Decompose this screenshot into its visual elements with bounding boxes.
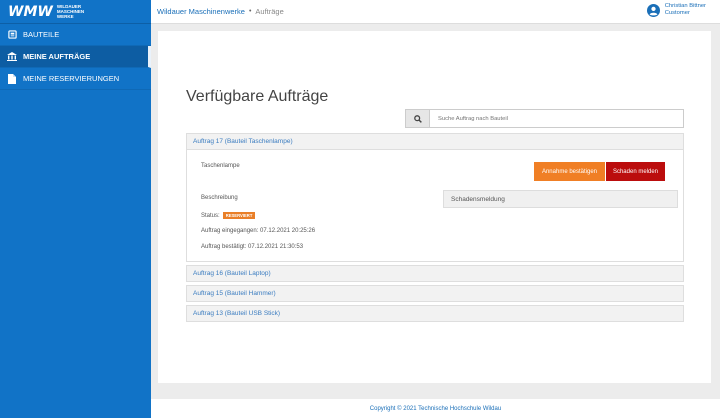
logo[interactable]: WMW WILDAUER MASCHINEN WERKE [0,0,151,24]
breadcrumb-home[interactable]: Wildauer Maschinenwerke [157,7,245,16]
sidebar-item-label: MEINE AUFTRÄGE [23,52,91,61]
order-panel-13: Auftrag 13 (Bauteil USB Stick) [186,305,684,322]
page-title: Verfügbare Aufträge [186,88,329,105]
order-panel-16: Auftrag 16 (Bauteil Laptop) [186,265,684,282]
status-row: Status: RESERVIERT [201,212,256,219]
main-panel: Verfügbare Aufträge Auftrag 17 (Bauteil … [158,31,711,383]
status-badge: RESERVIERT [222,212,256,219]
report-damage-button[interactable]: Schaden melden [606,162,665,181]
order-header[interactable]: Auftrag 15 (Bauteil Hammer) [186,285,684,302]
document-icon [7,73,17,84]
order-received-date: Auftrag eingegangen: 07.12.2021 20:25:26 [201,228,316,234]
footer: Copyright © 2021 Technische Hochschule W… [151,399,720,418]
logo-text: WMW [8,3,53,20]
sidebar-item-meine-auftraege[interactable]: MEINE AUFTRÄGE [0,46,151,68]
order-header[interactable]: Auftrag 13 (Bauteil USB Stick) [186,305,684,322]
sidebar-item-bauteile[interactable]: BAUTEILE [0,24,151,46]
user-name: Christian Bittner [664,3,706,9]
sidebar-item-label: MEINE RESERVIERUNGEN [23,74,120,83]
search-icon [413,110,422,128]
copyright-text: Copyright © 2021 Technische Hochschule W… [369,405,502,412]
bank-icon [7,52,17,62]
description-label: Beschreibung [201,195,238,201]
order-header[interactable]: Auftrag 16 (Bauteil Laptop) [186,265,684,282]
order-details: Taschenlampe Annahme bestätigen Schaden … [186,150,684,262]
user-menu[interactable]: Christian Bittner Customer [646,3,706,17]
sidebar-item-meine-reservierungen[interactable]: MEINE RESERVIERUNGEN [0,68,151,90]
search-input[interactable] [430,110,683,127]
sidebar-nav: BAUTEILE MEINE AUFTRÄGE MEINE RESERVIERU… [0,24,151,90]
breadcrumb-current: Aufträge [255,7,284,16]
breadcrumb-separator: • [248,8,252,15]
user-info: Christian Bittner Customer [665,3,706,17]
search-button[interactable] [406,110,430,127]
confirm-acceptance-button[interactable]: Annahme bestätigen [534,162,605,181]
user-circle-icon [646,3,660,17]
logo-subtitle: WILDAUER MASCHINEN WERKE [57,4,84,19]
order-panel-17: Auftrag 17 (Bauteil Taschenlampe) Tasche… [186,133,684,262]
sidebar-item-label: BAUTEILE [23,30,60,39]
status-label: Status: [201,212,220,219]
search-bar [405,109,684,128]
parts-icon [7,30,17,40]
user-role: Customer [664,10,690,16]
damage-report-box[interactable]: Schadensmeldung [443,190,678,208]
order-panel-15: Auftrag 15 (Bauteil Hammer) [186,285,684,302]
order-confirmed-date: Auftrag bestätigt: 07.12.2021 21:30:53 [201,244,304,250]
part-name: Taschenlampe [201,163,240,169]
order-header[interactable]: Auftrag 17 (Bauteil Taschenlampe) [186,133,684,150]
sidebar: WMW WILDAUER MASCHINEN WERKE BAUTEILE ME… [0,0,151,418]
logo-sub-line: WERKE [56,14,74,19]
top-bar: Wildauer Maschinenwerke • Aufträge Chris… [151,0,720,24]
